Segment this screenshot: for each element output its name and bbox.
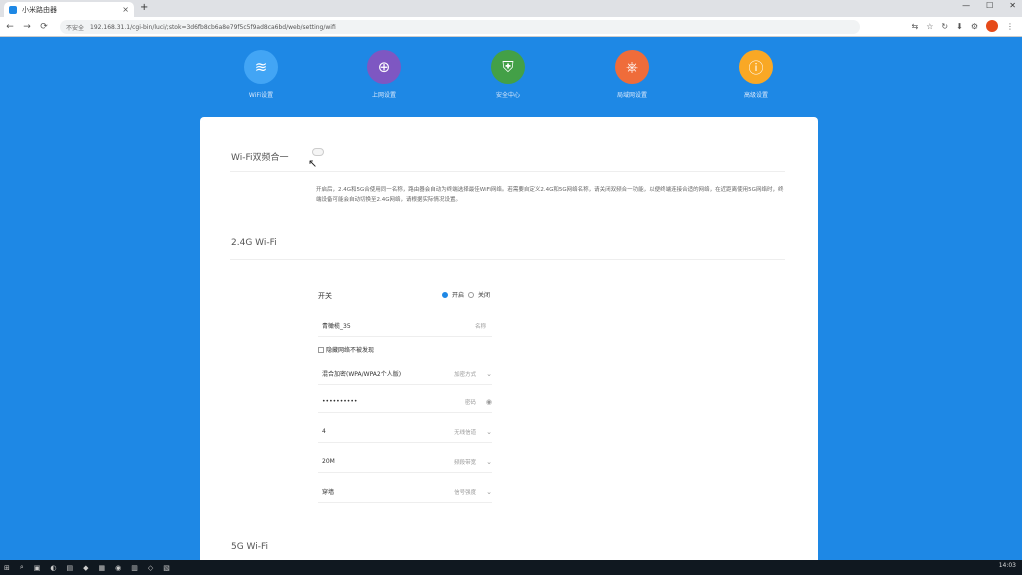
close-window-button[interactable]: ✕ — [1009, 1, 1016, 10]
switch-label: 开关 — [318, 292, 332, 300]
ssid-value[interactable]: 青橄榄_35 — [322, 321, 351, 330]
radio-off[interactable] — [468, 291, 475, 298]
router-favicon-icon — [9, 5, 17, 14]
channel-value[interactable]: 4 — [322, 428, 326, 435]
section-title-dual-band: Wi-Fi双频合一 — [231, 153, 289, 163]
hide-ssid-checkbox[interactable]: 隐藏网络不被发现 — [318, 345, 374, 354]
menu-icon[interactable]: ⋮ — [1006, 22, 1014, 31]
back-button[interactable]: ← — [3, 22, 17, 32]
globe-icon: ⊕ — [367, 50, 401, 84]
security-indicator[interactable]: 不安全 — [66, 23, 84, 32]
nav-item-lan[interactable]: ⎈ 局域网设置 — [602, 50, 662, 99]
nav-label: 高级设置 — [743, 92, 768, 99]
window-controls: — ☐ ✕ — [962, 1, 1016, 10]
encryption-hint: 加密方式 — [454, 371, 477, 378]
tab-close-icon[interactable]: × — [122, 5, 129, 14]
bandwidth-select[interactable]: 20M 频段带宽 ⌄ — [318, 451, 492, 473]
new-tab-button[interactable]: + — [140, 2, 148, 13]
switch-radio-group: 开启 关闭 — [442, 290, 490, 299]
app-icon[interactable]: ◇ — [148, 564, 153, 572]
sync-icon[interactable]: ↻ — [941, 22, 948, 31]
channel-hint: 无线信道 — [454, 429, 477, 436]
chevron-down-icon[interactable]: ⌄ — [486, 458, 492, 466]
app-icon[interactable]: ◆ — [83, 564, 88, 572]
settings-panel: Wi-Fi双频合一 ↖ 开启后，2.4G和5G合使用同一名称，路由器会自动为终端… — [200, 117, 818, 575]
start-icon[interactable]: ⊞ — [4, 564, 10, 572]
bandwidth-hint: 频段带宽 — [454, 459, 477, 466]
encryption-value[interactable]: 混合加密(WPA/WPA2个人版) — [322, 369, 401, 378]
app-icon[interactable]: ▦ — [99, 564, 106, 572]
minimize-button[interactable]: — — [962, 1, 970, 10]
bookmark-star-icon[interactable]: ☆ — [926, 22, 933, 31]
shield-icon: ⛨ — [491, 50, 525, 84]
signal-hint: 信号强度 — [454, 489, 477, 496]
section-title-5g: 5G Wi-Fi — [231, 542, 269, 552]
wifi-icon: ≋ — [244, 50, 278, 84]
forward-button[interactable]: → — [20, 22, 34, 32]
search-icon[interactable]: ⌕ — [20, 563, 24, 572]
chevron-down-icon[interactable]: ⌄ — [486, 370, 492, 378]
maximize-button[interactable]: ☐ — [986, 1, 993, 10]
checkbox-box[interactable] — [318, 346, 324, 353]
radio-on[interactable] — [442, 291, 448, 298]
system-tray: 14:03 — [999, 562, 1016, 569]
browser-tab-bar: 小米路由器 × + — ☐ ✕ — [0, 0, 1022, 17]
nav-label: 安全中心 — [495, 92, 520, 99]
nav-item-internet[interactable]: ⊕ 上网设置 — [354, 50, 414, 99]
nav-label: 上网设置 — [371, 92, 396, 99]
extensions-icon[interactable]: ⚙ — [971, 22, 978, 31]
radio-on-label: 开启 — [452, 292, 465, 299]
app-icon[interactable]: ▤ — [67, 564, 74, 572]
password-hint: 密码 — [464, 399, 476, 406]
dual-band-toggle[interactable] — [312, 148, 324, 156]
app-icon[interactable]: ▧ — [163, 564, 170, 572]
ssid-hint: 名称 — [474, 323, 486, 330]
app-icon[interactable]: ▥ — [131, 564, 138, 572]
chevron-down-icon[interactable]: ⌄ — [486, 428, 492, 436]
taskview-icon[interactable]: ▣ — [34, 564, 41, 572]
info-icon: ⓘ — [739, 50, 773, 84]
address-bar[interactable]: 不安全 192.168.31.1/cgi-bin/luci/;stok=3d6f… — [60, 20, 860, 34]
radio-off-label: 关闭 — [478, 292, 491, 299]
tray-clock[interactable]: 14:03 — [999, 562, 1016, 569]
mouse-cursor-icon: ↖ — [308, 157, 318, 170]
dual-band-description: 开启后，2.4G和5G合使用同一名称，路由器会自动为终端选择最佳WiFi网络。若… — [316, 187, 784, 203]
hide-ssid-label: 隐藏网络不被发现 — [326, 347, 375, 354]
signal-value[interactable]: 穿墙 — [322, 487, 334, 496]
divider — [230, 171, 785, 172]
translate-icon[interactable]: ⇆ — [912, 22, 919, 31]
signal-select[interactable]: 穿墙 信号强度 ⌄ — [318, 481, 492, 503]
profile-avatar[interactable] — [986, 20, 998, 32]
bandwidth-value[interactable]: 20M — [322, 458, 335, 465]
tab-title: 小米路由器 — [22, 5, 57, 14]
nav-item-advanced[interactable]: ⓘ 高级设置 — [726, 50, 786, 99]
nav-item-security[interactable]: ⛨ 安全中心 — [478, 50, 538, 99]
password-value[interactable]: •••••••••• — [322, 398, 357, 405]
browser-tab[interactable]: 小米路由器 × — [4, 2, 134, 17]
toolbar-icons: ⇆ ☆ ↻ ⬇ ⚙ ⋮ — [912, 20, 1014, 32]
nav-label: 局域网设置 — [616, 92, 647, 99]
channel-select[interactable]: 4 无线信道 ⌄ — [318, 421, 492, 443]
download-icon[interactable]: ⬇ — [956, 22, 963, 31]
url-text[interactable]: 192.168.31.1/cgi-bin/luci/;stok=3d6fb8cb… — [90, 24, 336, 31]
os-taskbar: ⊞ ⌕ ▣ ◐ ▤ ◆ ▦ ◉ ▥ ◇ ▧ 14:03 — [0, 560, 1022, 575]
browser-app-icon[interactable]: ◉ — [115, 564, 121, 572]
network-icon: ⎈ — [615, 50, 649, 84]
chevron-down-icon[interactable]: ⌄ — [486, 488, 492, 496]
nav-item-wifi[interactable]: ≋ WiFi设置 — [231, 50, 291, 99]
eye-icon[interactable]: ◉ — [486, 398, 492, 406]
section-title-24g: 2.4G Wi-Fi — [231, 238, 277, 248]
browser-toolbar: ← → ⟳ 不安全 192.168.31.1/cgi-bin/luci/;sto… — [0, 17, 1022, 37]
reload-button[interactable]: ⟳ — [37, 22, 51, 32]
app-icon[interactable]: ◐ — [50, 564, 56, 572]
ssid-field[interactable]: 青橄榄_35 名称 — [318, 315, 492, 337]
divider — [230, 259, 785, 260]
password-field[interactable]: •••••••••• 密码 ◉ — [318, 391, 492, 413]
encryption-select[interactable]: 混合加密(WPA/WPA2个人版) 加密方式 ⌄ — [318, 363, 492, 385]
nav-label: WiFi设置 — [248, 92, 274, 99]
